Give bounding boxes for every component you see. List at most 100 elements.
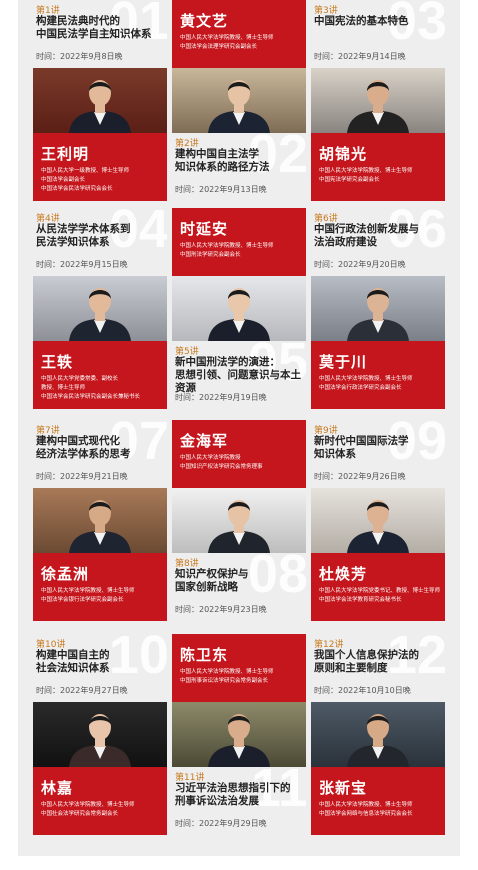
lecture-time: 时间：2022年9月26日晚 [314,472,406,481]
speaker-photo [33,68,167,133]
speaker-photo [311,488,445,553]
speaker-name: 王利明 [41,145,90,163]
lecture-title: 构建民法典时代的 中国民法学自主知识体系 [36,15,152,40]
page-bottom [18,856,460,870]
lecture-text-card[interactable]: 12 第12讲 我国个人信息保护法的 原则和主要制度 时间：2022年10月10日晚 [311,634,445,702]
speaker-title-line: 中国法学会民法学研究会副会长兼秘书长 [41,394,141,400]
speaker-name: 黄文艺 [180,12,229,30]
speaker-title-line: 中国社会法学研究会常务副会长 [41,811,119,817]
speaker-portrait-icon [347,80,409,133]
speaker-name: 时延安 [180,220,229,238]
lecture-time: 时间：2022年9月23日晚 [175,605,267,614]
speaker-title-line: 中国人民大学法学院教授、博士生导师 [319,376,413,382]
speaker-portrait-icon [208,80,270,133]
speaker-title-line: 中国人民大学法学院教授 [180,455,241,461]
lecture-text-card[interactable]: 03 第3讲 中国宪法的基本特色 时间：2022年9月14日晚 [311,0,445,68]
speaker-name: 林嘉 [41,779,74,797]
lecture-text-card[interactable]: 08 第8讲 知识产权保护与 国家创新战略 时间：2022年9月23日晚 [172,553,306,621]
speaker-name-card: 徐孟洲 中国人民大学法学院教授、博士生导师 中国法学会银行法学研究会副会长 [33,553,167,621]
lecture-text-card[interactable]: 11 第11讲 习近平法治思想指引下的 刑事诉讼法治发展 时间：2022年9月29日晚 [172,767,306,835]
lecture-text-card[interactable]: 10 第10讲 构建中国自主的 社会法知识体系 时间：2022年9月27日晚 [33,634,167,702]
speaker-name-card: 杜焕芳 中国人民大学法学院党委书记、教授、博士生导师 中国法学会法学教育研究会秘书长 [311,553,445,621]
speaker-name-card: 王利明 中国人民大学一级教授、博士生导师 中国法学会副会长 中国法学会民法学研究会会长 [33,133,167,201]
speaker-titles: 中国人民大学一级教授、博士生导师 中国法学会副会长 中国法学会民法学研究会会长 [41,167,163,194]
lecture-title: 我国个人信息保护法的 原则和主要制度 [314,649,419,674]
speaker-title-line: 中国刑法学研究会副会长 [180,252,241,258]
speaker-title-line: 中国法学会行政法学研究会副会长 [319,385,402,391]
lecture-title: 建构中国式现代化 经济法学体系的思考 [36,435,131,460]
speaker-title-line: 中国法学会法理学研究会副会长 [180,44,258,50]
speaker-title-line: 教授、博士生导师 [41,385,86,391]
lecture-time: 时间：2022年9月8日晚 [36,52,123,61]
lecture-time: 时间：2022年9月15日晚 [36,260,128,269]
speaker-photo [311,276,445,341]
speaker-title-line: 中国人民大学党委常委、副校长 [41,376,119,382]
speaker-photo [172,488,306,553]
lecture-title: 新时代中国国际法学 知识体系 [314,435,409,460]
speaker-titles: 中国人民大学法学院教授、博士生导师 中国宪法学研究会副会长 [319,167,441,185]
speaker-photo [172,68,306,133]
speaker-name-card: 莫于川中国人民大学法学院教授、博士生导师 中国法学会行政法学研究会副会长 [311,341,445,409]
speaker-name-card: 黄文艺中国人民大学法学院教授、博士生导师 中国法学会法理学研究会副会长 [172,0,306,68]
speaker-titles: 中国人民大学法学院教授、博士生导师 中国刑法学研究会副会长 [180,242,302,260]
speaker-name-card: 时延安中国人民大学法学院教授、博士生导师 中国刑法学研究会副会长 [172,208,306,276]
speaker-title-line: 中国人民大学法学院教授、博士生导师 [180,35,274,41]
speaker-titles: 中国人民大学法学院教授 中国知识产权法学研究会常务理事 [180,454,302,472]
speaker-name-card: 金海军 中国人民大学法学院教授 中国知识产权法学研究会常务理事 [172,420,306,488]
speaker-portrait-icon [347,714,409,767]
speaker-name-card: 陈卫东 中国人民大学法学院教授、博士生导师 中国刑事诉讼法学研究会常务副会长 [172,634,306,702]
lecture-time: 时间：2022年9月20日晚 [314,260,406,269]
lecture-text-card[interactable]: 02 第2讲 建构中国自主法学 知识体系的路径方法 时间：2022年9月13日晚 [172,133,306,201]
lecture-title: 从民法学学术体系到 民法学知识体系 [36,223,131,248]
lecture-time: 时间：2022年9月29日晚 [175,819,267,828]
lecture-time: 时间：2022年9月13日晚 [175,185,267,194]
speaker-portrait-icon [208,288,270,341]
lecture-time: 时间：2022年10月10日晚 [314,686,411,695]
lecture-text-card[interactable]: 06 第6讲 中国行政法创新发展与 法治政府建设 时间：2022年9月20日晚 [311,208,445,276]
speaker-name: 莫于川 [319,353,368,371]
lecture-title: 中国宪法的基本特色 [314,15,409,27]
lecture-time: 时间：2022年9月19日晚 [175,393,267,402]
lecture-text-card[interactable]: 01 第1讲 构建民法典时代的 中国民法学自主知识体系 时间：2022年9月8日晚 [33,0,167,68]
speaker-name: 陈卫东 [180,646,229,664]
speaker-title-line: 中国人民大学法学院教授、博士生导师 [41,802,135,808]
lecture-title: 建构中国自主法学 知识体系的路径方法 [175,148,270,173]
speaker-title-line: 中国宪法学研究会副会长 [319,177,380,183]
lecture-time: 时间：2022年9月27日晚 [36,686,128,695]
speaker-titles: 中国人民大学法学院教授、博士生导师 中国法学会法理学研究会副会长 [180,34,302,52]
speaker-titles: 中国人民大学法学院教授、博士生导师 中国法学会银行法学研究会副会长 [41,587,163,605]
lecture-text-card[interactable]: 07 第7讲 建构中国式现代化 经济法学体系的思考 时间：2022年9月21日晚 [33,420,167,488]
speaker-titles: 中国人民大学法学院教授、博士生导师 中国法学会行政法学研究会副会长 [319,375,441,393]
speaker-title-line: 中国法学会网络与信息法学研究会会长 [319,811,413,817]
lecture-title: 构建中国自主的 社会法知识体系 [36,649,110,674]
speaker-titles: 中国人民大学党委常委、副校长 教授、博士生导师中国法学会民法学研究会副会长兼秘书长 [41,375,163,402]
speaker-name-card: 胡锦光中国人民大学法学院教授、博士生导师 中国宪法学研究会副会长 [311,133,445,201]
lecture-text-card[interactable]: 05 第5讲 新中国刑法学的演进： 思想引领、问题意识与本土资源 时间：2022年9月… [172,341,306,409]
speaker-name: 胡锦光 [319,145,368,163]
speaker-name-card: 王轶 中国人民大学党委常委、副校长 教授、博士生导师 中国法学会民法学研究会副会长兼秘… [33,341,167,409]
speaker-photo [33,488,167,553]
speaker-portrait-icon [347,288,409,341]
speaker-title-line: 中国刑事诉讼法学研究会常务副会长 [180,678,269,684]
speaker-photo [33,276,167,341]
speaker-title-line: 中国法学会民法学研究会会长 [41,186,113,192]
speaker-portrait-icon [347,500,409,553]
lecture-grid: 01 第1讲 构建民法典时代的 中国民法学自主知识体系 时间：2022年9月8日晚 王利… [18,0,460,856]
speaker-title-line: 中国人民大学法学院教授、博士生导师 [180,243,274,249]
speaker-title-line: 中国法学会法学教育研究会秘书长 [319,597,402,603]
speaker-photo [172,702,306,767]
speaker-name-card: 林嘉中国人民大学法学院教授、博士生导师 中国社会法学研究会常务副会长 [33,767,167,835]
lecture-title: 中国行政法创新发展与 法治政府建设 [314,223,419,248]
lecture-text-card[interactable]: 09 第9讲 新时代中国国际法学 知识体系 时间：2022年9月26日晚 [311,420,445,488]
speaker-titles: 中国人民大学法学院教授、博士生导师 中国法学会网络与信息法学研究会会长 [319,801,441,819]
lecture-title: 新中国刑法学的演进： 思想引领、问题意识与本土资源 [175,356,301,394]
speaker-title-line: 中国法学会副会长 [41,177,86,183]
speaker-portrait-icon [69,288,131,341]
speaker-name: 张新宝 [319,779,368,797]
speaker-title-line: 中国人民大学法学院教授、博士生导师 [319,168,413,174]
speaker-portrait-icon [69,714,131,767]
lecture-text-card[interactable]: 04 第4讲 从民法学学术体系到 民法学知识体系 时间：2022年9月15日晚 [33,208,167,276]
speaker-photo [33,702,167,767]
lecture-time: 时间：2022年9月21日晚 [36,472,128,481]
speaker-photo [172,276,306,341]
